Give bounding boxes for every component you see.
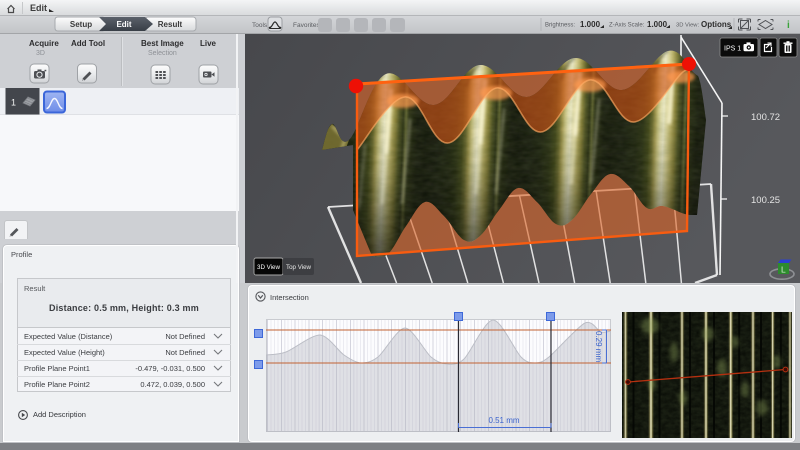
svg-text:Setup: Setup [70,20,92,29]
svg-text:1: 1 [11,98,16,108]
svg-text:0.51 mm: 0.51 mm [488,416,519,425]
svg-text:Edit: Edit [116,20,131,29]
svg-text:0.29 mm: 0.29 mm [594,331,603,362]
svg-text:L: L [781,265,786,275]
svg-text:Tools:: Tools: [252,22,269,29]
svg-text:1.000: 1.000 [647,20,668,29]
svg-text:3D View: 3D View [257,264,280,271]
svg-text:Options: Options [701,20,732,29]
svg-text:Z-Axis Scale:: Z-Axis Scale: [609,23,645,29]
svg-text:100.25: 100.25 [751,195,780,206]
svg-text:IPS 1: IPS 1 [724,46,741,53]
svg-text:3D View:: 3D View: [676,23,699,29]
svg-text:Brightness:: Brightness: [545,23,575,29]
svg-text:Top View: Top View [286,264,312,271]
svg-text:100.72: 100.72 [751,112,780,123]
svg-text:i: i [787,20,790,31]
svg-text:1.000: 1.000 [580,20,601,29]
svg-text:Favorites:: Favorites: [293,22,322,29]
svg-text:Result: Result [158,20,183,29]
